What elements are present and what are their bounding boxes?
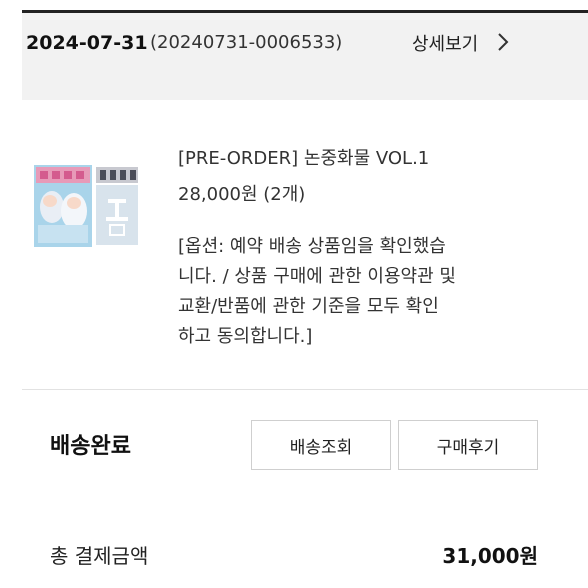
order-history-page: 2024-07-31 (20240731-0006533) 상세보기 [PRE-… bbox=[0, 0, 588, 588]
order-number: (20240731-0006533) bbox=[150, 32, 343, 53]
product-price: 28,000원 (2개) bbox=[178, 184, 306, 205]
product-option-line: 교환/반품에 관한 기준을 모두 확인 bbox=[178, 296, 439, 317]
chevron-right-icon[interactable] bbox=[496, 31, 510, 53]
product-option-line: 니다. / 상품 구매에 관한 이용약관 및 bbox=[178, 266, 456, 287]
delivery-status: 배송완료 bbox=[50, 434, 131, 459]
total-payment-label: 총 결제금액 bbox=[50, 544, 149, 568]
section-divider bbox=[22, 389, 588, 390]
product-option-line: [옵션: 예약 배송 상품임을 확인했습 bbox=[178, 236, 446, 257]
product-option-line: 하고 동의합니다.] bbox=[178, 326, 313, 347]
product-name[interactable]: [PRE-ORDER] 논중화물 VOL.1 bbox=[178, 144, 429, 170]
write-review-button[interactable]: 구매후기 bbox=[398, 420, 538, 470]
product-thumbnail[interactable] bbox=[34, 165, 140, 247]
order-date: 2024-07-31 bbox=[26, 32, 148, 54]
product-option: [옵션: 예약 배송 상품임을 확인했습 니다. / 상품 구매에 관한 이용약… bbox=[178, 232, 508, 352]
total-payment-amount: 31,000원 bbox=[442, 544, 538, 568]
order-detail-link[interactable]: 상세보기 bbox=[412, 30, 478, 56]
order-header bbox=[22, 13, 588, 100]
track-delivery-button[interactable]: 배송조회 bbox=[251, 420, 391, 470]
